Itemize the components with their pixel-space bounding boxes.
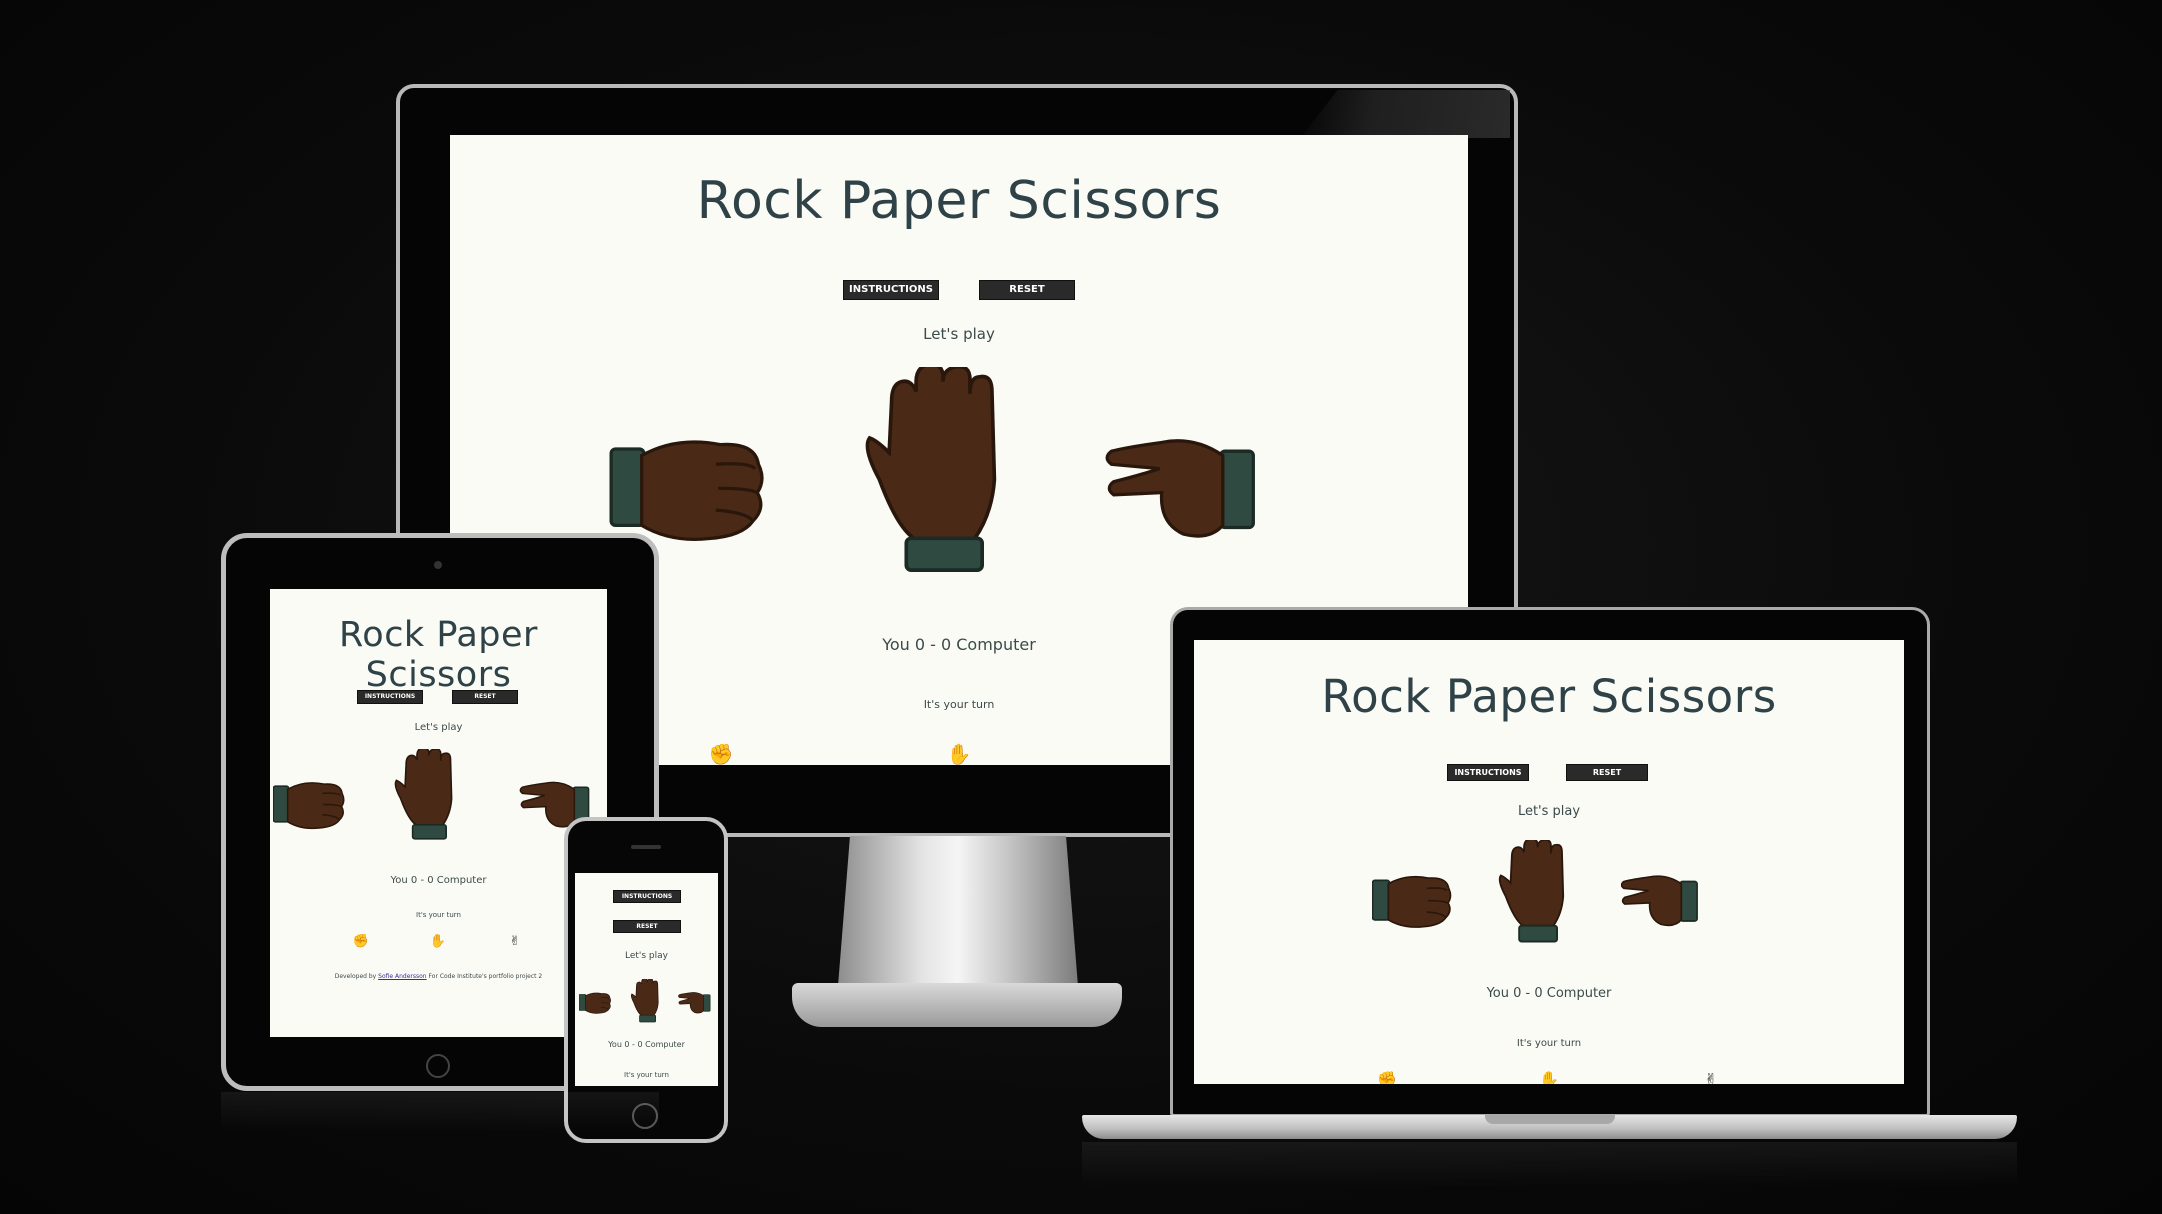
- reset-button[interactable]: RESET: [452, 690, 518, 704]
- phone-screen: INSTRUCTIONS RESET Let's play You 0 - 0 …: [575, 873, 718, 1086]
- author-link[interactable]: Sofie Andersson: [378, 973, 426, 980]
- footer-credit: Developed by Sofie Andersson For Code In…: [270, 973, 607, 980]
- footer-prefix: Developed by: [334, 973, 377, 980]
- score-display: You 0 - 0 Computer: [608, 1040, 685, 1049]
- paper-choice-button[interactable]: ✋: [423, 934, 453, 949]
- page-title: Rock Paper Scissors: [696, 171, 1222, 231]
- floor-reflection: [1082, 1142, 2017, 1187]
- paper-hand-icon: [1498, 840, 1565, 943]
- reset-button[interactable]: RESET: [1566, 764, 1648, 781]
- phone-speaker: [631, 845, 661, 849]
- rock-hand-icon: [1372, 875, 1452, 928]
- rock-hand-icon: [579, 992, 611, 1014]
- scissors-hand-icon: [1621, 875, 1698, 927]
- game-message: Let's play: [923, 325, 995, 343]
- game-message: Let's play: [1517, 804, 1581, 819]
- paper-hand-icon: [630, 979, 659, 1023]
- page-title: Rock Paper Scissors: [1321, 670, 1777, 723]
- turn-message: It's your turn: [624, 1071, 669, 1079]
- paper-choice-button[interactable]: ✋: [1534, 1070, 1564, 1084]
- scissors-hand-icon: [678, 992, 711, 1014]
- rock-hand-icon: [609, 440, 764, 541]
- instructions-button[interactable]: INSTRUCTIONS: [613, 890, 681, 903]
- instructions-button[interactable]: INSTRUCTIONS: [843, 280, 939, 300]
- floor-reflection: [221, 1092, 659, 1132]
- tablet-camera: [434, 561, 442, 569]
- game-message: Let's play: [624, 951, 668, 961]
- scissors-choice-button[interactable]: ✌: [500, 934, 530, 949]
- score-display: You 0 - 0 Computer: [390, 875, 487, 886]
- laptop-notch: [1485, 1115, 1615, 1124]
- turn-message: It's your turn: [416, 911, 461, 919]
- monitor-stand-foot: [792, 983, 1122, 1027]
- game-message: Let's play: [414, 722, 463, 733]
- turn-message: It's your turn: [1516, 1038, 1582, 1049]
- paper-choice-button[interactable]: ✋: [944, 742, 974, 765]
- monitor-stand: [838, 836, 1078, 986]
- page-title: Rock Paper Scissors: [339, 615, 538, 695]
- scissors-hand-icon: [1105, 439, 1255, 538]
- reset-button[interactable]: RESET: [613, 920, 681, 933]
- instructions-button[interactable]: INSTRUCTIONS: [357, 690, 423, 704]
- scissors-choice-button[interactable]: ✌: [1696, 1070, 1726, 1084]
- footer-suffix: For Code Institute's portfolio project 2: [428, 973, 543, 980]
- rock-hand-icon: [273, 782, 345, 830]
- instructions-button[interactable]: INSTRUCTIONS: [1447, 764, 1529, 781]
- paper-hand-icon: [394, 749, 453, 840]
- rock-choice-button[interactable]: ✊: [1372, 1070, 1402, 1084]
- reset-button[interactable]: RESET: [979, 280, 1075, 300]
- paper-hand-icon: [865, 367, 997, 572]
- score-display: You 0 - 0 Computer: [1486, 986, 1612, 1001]
- tablet-home-button: [426, 1054, 450, 1078]
- laptop-screen: Rock Paper Scissors INSTRUCTIONS RESET L…: [1194, 640, 1904, 1084]
- rock-choice-button[interactable]: ✊: [346, 934, 376, 949]
- tablet-screen: Rock Paper Scissors INSTRUCTIONS RESET L…: [270, 589, 607, 1037]
- rock-choice-button[interactable]: ✊: [706, 742, 736, 765]
